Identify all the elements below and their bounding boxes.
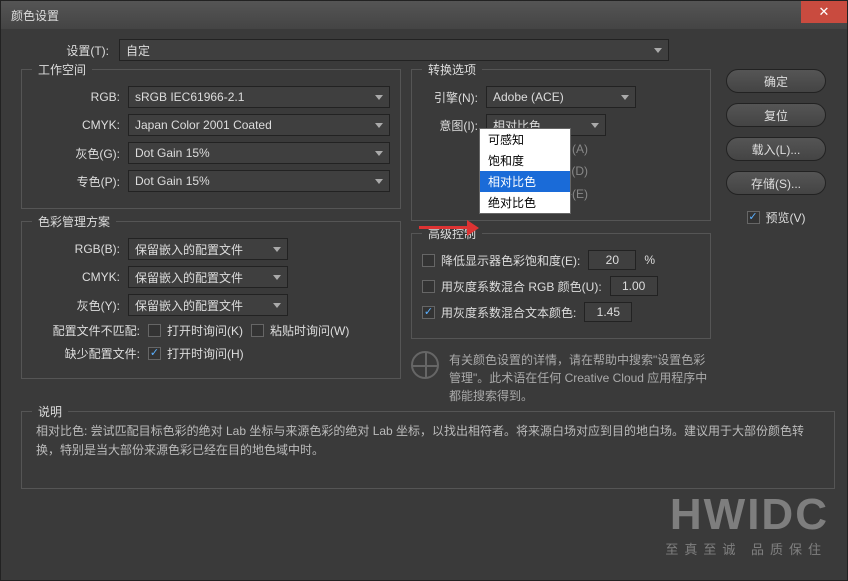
- intent-dropdown[interactable]: 可感知 饱和度 相对比色 绝对比色: [479, 128, 571, 214]
- description-text: 相对比色: 尝试匹配目标色彩的绝对 Lab 坐标与来源色彩的绝对 Lab 坐标，…: [36, 422, 820, 460]
- engine-label: 引擎(N):: [422, 89, 478, 106]
- load-button[interactable]: 载入(L)...: [726, 137, 826, 161]
- blend-text-check[interactable]: 用灰度系数混合文本颜色:: [422, 304, 576, 321]
- intent-option-relative[interactable]: 相对比色: [480, 171, 570, 192]
- intent-option-perceptual[interactable]: 可感知: [480, 129, 570, 150]
- desat-input[interactable]: [588, 250, 636, 270]
- workspace-legend: 工作空间: [32, 61, 92, 78]
- cmyk-select[interactable]: Japan Color 2001 Coated: [128, 114, 390, 136]
- blend-text-input[interactable]: [584, 302, 632, 322]
- close-icon: ✕: [819, 4, 830, 20]
- blend-rgb-check[interactable]: 用灰度系数混合 RGB 颜色(U):: [422, 278, 602, 295]
- description-box: 说明 相对比色: 尝试匹配目标色彩的绝对 Lab 坐标与来源色彩的绝对 Lab …: [21, 411, 835, 489]
- rgb-select[interactable]: sRGB IEC61966-2.1: [128, 86, 390, 108]
- info-row: 有关颜色设置的详情，请在帮助中搜索"设置色彩管理"。此术语在任何 Creativ…: [411, 351, 711, 405]
- globe-icon: [411, 351, 439, 379]
- engine-select[interactable]: Adobe (ACE): [486, 86, 636, 108]
- spot-label: 专色(P):: [32, 173, 120, 190]
- desat-check[interactable]: 降低显示器色彩饱和度(E):: [422, 252, 580, 269]
- save-button[interactable]: 存储(S)...: [726, 171, 826, 195]
- desat-unit: %: [644, 253, 655, 267]
- settings-label: 设置(T):: [21, 42, 109, 59]
- conversion-legend: 转换选项: [422, 61, 482, 78]
- checkbox-icon: [422, 280, 435, 293]
- policies-fieldset: 色彩管理方案 RGB(B): 保留嵌入的配置文件 CMYK: 保留嵌入的配置文件…: [21, 221, 401, 379]
- mismatch-open-check[interactable]: 打开时询问(K): [148, 322, 243, 339]
- cmyk-label: CMYK:: [32, 118, 120, 132]
- policies-legend: 色彩管理方案: [32, 213, 116, 230]
- mismatch-label: 配置文件不匹配:: [32, 322, 140, 339]
- titlebar: 颜色设置 ✕: [1, 1, 847, 29]
- missing-open-check[interactable]: 打开时询问(H): [148, 345, 244, 362]
- policy-rgb-label: RGB(B):: [32, 242, 120, 256]
- rgb-label: RGB:: [32, 90, 120, 104]
- checkbox-icon: [251, 324, 264, 337]
- gray-select[interactable]: Dot Gain 15%: [128, 142, 390, 164]
- policy-gray-select[interactable]: 保留嵌入的配置文件: [128, 294, 288, 316]
- missing-label: 缺少配置文件:: [32, 345, 140, 362]
- policy-cmyk-select[interactable]: 保留嵌入的配置文件: [128, 266, 288, 288]
- reset-button[interactable]: 复位: [726, 103, 826, 127]
- info-text: 有关颜色设置的详情，请在帮助中搜索"设置色彩管理"。此术语在任何 Creativ…: [449, 351, 711, 405]
- blend-rgb-input[interactable]: [610, 276, 658, 296]
- policy-rgb-select[interactable]: 保留嵌入的配置文件: [128, 238, 288, 260]
- mismatch-paste-check[interactable]: 粘贴时询问(W): [251, 322, 349, 339]
- preview-check[interactable]: 预览(V): [747, 209, 806, 226]
- policy-cmyk-label: CMYK:: [32, 270, 120, 284]
- intent-option-saturation[interactable]: 饱和度: [480, 150, 570, 171]
- close-button[interactable]: ✕: [801, 1, 847, 23]
- checkbox-icon: [148, 324, 161, 337]
- settings-value: 自定: [126, 42, 150, 59]
- spot-select[interactable]: Dot Gain 15%: [128, 170, 390, 192]
- advanced-fieldset: 高级控制 降低显示器色彩饱和度(E): % 用灰度系数混合 RGB 颜色(U):…: [411, 233, 711, 339]
- intent-label: 意图(I):: [422, 117, 478, 134]
- checkbox-icon: [148, 347, 161, 360]
- workspace-fieldset: 工作空间 RGB: sRGB IEC61966-2.1 CMYK: Japan …: [21, 69, 401, 209]
- intent-option-absolute[interactable]: 绝对比色: [480, 192, 570, 213]
- checkbox-icon: [747, 211, 760, 224]
- policy-gray-label: 灰色(Y):: [32, 297, 120, 314]
- description-title: 说明: [32, 403, 68, 420]
- ok-button[interactable]: 确定: [726, 69, 826, 93]
- advanced-legend: 高级控制: [422, 225, 482, 242]
- settings-select[interactable]: 自定: [119, 39, 669, 61]
- gray-label: 灰色(G):: [32, 145, 120, 162]
- checkbox-icon: [422, 306, 435, 319]
- dialog-title: 颜色设置: [11, 7, 59, 24]
- color-settings-dialog: 颜色设置 ✕ 设置(T): 自定 工作空间 RGB: sRGB IEC61966…: [0, 0, 848, 581]
- checkbox-icon: [422, 254, 435, 267]
